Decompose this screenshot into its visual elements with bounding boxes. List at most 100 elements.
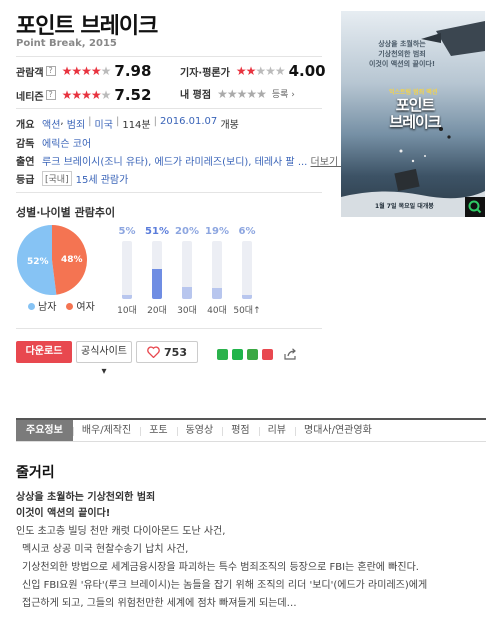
divider <box>16 108 322 109</box>
my-rating-label: 내 평점 <box>180 90 212 101</box>
genre-link[interactable]: 액션 <box>42 116 60 131</box>
like-button[interactable]: 753 <box>136 341 198 363</box>
help-icon[interactable]: ? <box>45 90 56 100</box>
star-rating: ★★★★★ <box>61 88 112 102</box>
movie-title: 포인트 브레이크 <box>16 14 158 39</box>
poster-small-title: 익스트림 범죄 액션 <box>389 89 438 96</box>
overview-label: 개요 <box>16 120 35 131</box>
overview-row: 개요 액션, 범죄 | 미국 | 114분 | 2016.01.07 개봉 <box>16 116 239 131</box>
tab-5[interactable]: 리뷰 <box>258 420 295 441</box>
magnifier-icon <box>468 200 482 214</box>
age-bar-0: 5% 10대 <box>112 226 142 316</box>
age-bar-label: 50대↑ <box>233 306 261 316</box>
genre-link[interactable]: 범죄 <box>67 116 85 131</box>
grade-label: 등급 <box>16 175 35 186</box>
netizen-score: 7.52 <box>114 86 152 104</box>
divider <box>16 192 322 193</box>
male-pct-label: 52% <box>27 257 49 267</box>
age-bar-value: 51% <box>145 226 169 237</box>
official-site-dropdown[interactable]: 공식사이트 ▾ <box>76 341 132 377</box>
help-icon[interactable]: ? <box>45 66 56 76</box>
age-bar-fill <box>152 269 162 299</box>
line-icon[interactable] <box>232 349 243 360</box>
grade-row: 등급 [국내] 15세 관람가 <box>16 171 128 186</box>
age-bar-1: 51% 20대 <box>142 226 172 316</box>
star-rating: ★★★★★ <box>61 64 112 78</box>
gender-legend: 남자 여자 <box>28 298 95 313</box>
release-suffix: 개봉 <box>220 120 239 131</box>
cast-label: 출연 <box>16 157 35 168</box>
country-tag: [국내] <box>42 171 72 186</box>
register-rating-link[interactable]: 등록 › <box>272 87 295 100</box>
tab-1[interactable]: 배우/제작진 <box>72 420 140 441</box>
age-bar-fill <box>122 295 132 299</box>
age-bar-fill <box>212 288 222 299</box>
age-bar-3: 19% 40대 <box>202 226 232 316</box>
kakao-icon[interactable] <box>247 349 258 360</box>
age-bar-value: 19% <box>205 226 229 237</box>
age-bar-value: 20% <box>175 226 199 237</box>
critic-score: 4.00 <box>288 62 326 80</box>
synopsis-line: 접근하게 되고, 그들의 위험천만한 세계에 점차 빠져들게 되는데… <box>22 598 297 609</box>
male-dot-icon <box>28 303 35 310</box>
synopsis-line: 인도 초고층 빌딩 천만 캐럿 다이아몬드 도난 사건, <box>16 526 226 537</box>
twitter-icon[interactable] <box>262 349 273 360</box>
my-rating: 내 평점 ★★★★★ 등록 › <box>180 86 295 102</box>
age-bar-track <box>152 241 162 299</box>
synopsis-headline: 이것이 액션의 끝이다! <box>16 508 111 519</box>
cast-links[interactable]: 루크 브레이시(조니 유타), 에드가 라미레즈(보디), 테레사 팔 ... <box>42 153 307 168</box>
age-bar-label: 10대 <box>117 306 137 316</box>
movie-subtitle: Point Break, 2015 <box>16 38 117 49</box>
naver-band-icon[interactable] <box>217 349 228 360</box>
download-button[interactable]: 다운로드 <box>16 341 72 363</box>
country-link[interactable]: 미국 <box>95 116 113 131</box>
synopsis-title: 줄거리 <box>16 465 55 481</box>
grade-link[interactable]: 15세 관람가 <box>76 171 129 186</box>
netizen-rating: 네티즌 ? ★★★★ ★ 7.52 <box>16 86 151 104</box>
zoom-button[interactable] <box>465 197 485 217</box>
female-dot-icon <box>66 303 74 310</box>
synopsis-line: 멕시코 상공 미국 현찰수송기 납치 사건, <box>22 544 189 555</box>
divider <box>16 56 322 57</box>
demographics-title: 성별·나이별 관람추이 <box>16 206 116 219</box>
my-star-rating[interactable]: ★★★★★ <box>217 87 267 101</box>
tab-0[interactable]: 주요정보 <box>16 420 73 441</box>
female-pct-label: 48% <box>61 255 83 265</box>
audience-rating-label: 관람객 <box>16 67 44 79</box>
age-bar-4: 6% 50대↑ <box>232 226 262 316</box>
tab-bar: 주요정보 배우/제작진 포토 동영상 평점 리뷰 명대사/연관영화 <box>16 418 486 442</box>
synopsis-line: 신입 FBI요원 '유타'(루크 브레이시)는 놈들을 잡기 위해 조직의 리더… <box>22 580 428 591</box>
age-bar-label: 20대 <box>147 306 167 316</box>
age-bar-track <box>242 241 252 299</box>
movie-poster[interactable]: 상상을 초월하는 기상천외한 범죄 이것이 액션의 끝이다! 익스트림 범죄 액… <box>341 11 485 217</box>
age-bar-value: 5% <box>118 226 136 237</box>
critic-rating: 기자·평론가 ★★ ★★★ 4.00 <box>180 62 326 80</box>
audience-score: 7.98 <box>114 62 152 80</box>
director-label: 감독 <box>16 139 35 150</box>
age-bar-track <box>122 241 132 299</box>
director-row: 감독 에릭슨 코어 <box>16 135 91 150</box>
netizen-rating-label: 네티즌 <box>16 91 44 103</box>
cast-row: 출연 루크 브레이시(조니 유타), 에드가 라미레즈(보디), 테레사 팔 .… <box>16 153 345 168</box>
like-count: 753 <box>164 345 187 359</box>
legend-male: 남자 <box>28 298 56 313</box>
tab-6[interactable]: 명대사/연관영화 <box>295 420 381 441</box>
gender-pie-chart: 52% 48% <box>17 225 88 295</box>
star-rating: ★★★★★ <box>235 64 286 78</box>
legend-female: 여자 <box>66 298 95 313</box>
runtime: 114분 <box>122 120 151 131</box>
share-icon[interactable] <box>284 348 297 360</box>
critic-rating-label: 기자·평론가 <box>180 67 230 79</box>
tab-4[interactable]: 평점 <box>222 420 258 441</box>
release-date-link[interactable]: 2016.01.07 <box>160 116 217 131</box>
director-link[interactable]: 에릭슨 코어 <box>42 135 91 150</box>
tab-3[interactable]: 동영상 <box>176 420 223 441</box>
tab-2[interactable]: 포토 <box>140 420 176 441</box>
synopsis-line: 기상천외한 방법으로 세계금융시장을 파괴하는 특수 범죄조직의 등장으로 FB… <box>22 562 419 573</box>
synopsis-headline: 상상을 초월하는 기상천외한 범죄 <box>16 492 156 503</box>
age-bar-track <box>212 241 222 299</box>
poster-release-date: 1월 7일 목요일 대개봉 <box>375 203 434 210</box>
age-bar-fill <box>182 287 192 299</box>
poster-title: 포인트 브레이크 <box>389 96 441 131</box>
age-bar-2: 20% 30대 <box>172 226 202 316</box>
